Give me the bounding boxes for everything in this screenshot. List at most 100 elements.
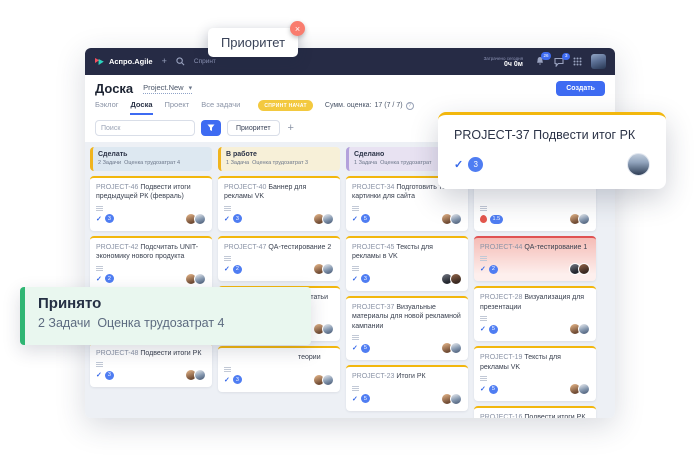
card-avatars (444, 342, 462, 354)
task-card-project-40[interactable]: PROJECT-40 Баннер для рекламы VK✓3 (218, 176, 340, 231)
card-avatars (444, 273, 462, 285)
card-id: PROJECT-42 (96, 244, 140, 251)
card-title: PROJECT-47 QA-тестирование 2 (224, 243, 334, 252)
screen: Аспро.Agile + Спринт Затрачено сегодня 0… (0, 0, 700, 456)
card-id: PROJECT-37 (352, 304, 396, 311)
task-card-project-16[interactable]: PROJECT-16 Подвести итоги РК (474, 406, 596, 418)
column-header[interactable]: Сделать2 Задачи Оценка трудозатрат 4 (90, 147, 212, 171)
priority-filter-chip[interactable]: Приоритет (227, 120, 280, 136)
info-icon[interactable]: ? (406, 102, 414, 110)
priority-tooltip-label: Приоритет (221, 35, 285, 50)
sprint-summary: Сумм. оценка: 17 (7 / 7) ? (325, 102, 414, 110)
description-icon (352, 266, 359, 267)
app-logo[interactable]: Аспро.Agile (94, 56, 153, 67)
task-card-project-28[interactable]: PROJECT-28 Визуализация для презентации ✓… (474, 286, 596, 341)
task-card[interactable]: теории ✓3 (218, 346, 340, 391)
filter-button[interactable] (201, 120, 221, 136)
description-icon (480, 256, 487, 257)
notifications-bell-icon[interactable]: 26 (535, 56, 545, 67)
card-id: PROJECT-23 (352, 373, 396, 380)
task-card-project-47[interactable]: PROJECT-47 QA-тестирование 2✓2 (218, 236, 340, 281)
card-footer: ✓5 (352, 213, 462, 225)
estimate-badge: 3 (105, 371, 114, 380)
column-stats: 2 Задачи Оценка трудозатрат 4 (98, 160, 206, 166)
add-filter-button[interactable]: + (288, 122, 294, 134)
description-icon (352, 206, 359, 207)
apps-grid-icon[interactable] (573, 57, 582, 66)
check-icon: ✓ (352, 215, 358, 223)
sprint-status-badge: СПРИНТ НАЧАТ (258, 100, 313, 111)
check-icon: ✓ (224, 215, 230, 223)
logo-icon (94, 56, 105, 67)
search-input[interactable] (95, 120, 195, 136)
project-selector-value: Project.New (143, 83, 183, 92)
description-icon (224, 256, 231, 257)
card-id: PROJECT-28 (480, 294, 524, 301)
task-card-project-23[interactable]: PROJECT-23 Итоги РК✓5 (346, 365, 468, 410)
navbar-menu-item[interactable]: Спринт (194, 58, 216, 65)
avatar (322, 374, 334, 386)
project-selector[interactable]: Project.New ▾ (143, 83, 192, 94)
description-icon (96, 266, 103, 267)
time-tracker[interactable]: Затрачено сегодня 0ч 0м (484, 56, 523, 68)
description-icon (96, 362, 103, 363)
fire-icon (480, 215, 487, 223)
time-tracker-value: 0ч 0м (484, 61, 523, 68)
card-title: PROJECT-42 Подсчитать UNIT-экономику нов… (96, 243, 206, 262)
card-title: PROJECT-28 Визуализация для презентации (480, 293, 590, 312)
task-card-project-37[interactable]: PROJECT-37 Визуальные материалы для ново… (346, 296, 468, 360)
card-title: PROJECT-46 Подвести итоги предыдущей РК … (96, 183, 206, 202)
messages-icon[interactable]: 3 (554, 57, 564, 67)
avatar (450, 393, 462, 405)
tab-board[interactable]: Доска (130, 100, 152, 115)
task-card-project-46[interactable]: PROJECT-46 Подвести итоги предыдущей РК … (90, 176, 212, 231)
card-footer: ✓3 (352, 273, 462, 285)
card-avatars (444, 393, 462, 405)
description-icon (224, 367, 231, 368)
card-id: PROJECT-46 (96, 184, 140, 191)
check-icon: ✓ (96, 275, 102, 283)
tab-project[interactable]: Проект (165, 100, 190, 115)
card-text: Подвести итоги РК (140, 350, 201, 357)
app-name: Аспро.Agile (109, 57, 153, 66)
create-button[interactable]: Создать (556, 81, 605, 96)
description-icon (480, 316, 487, 317)
task-card-project-42[interactable]: PROJECT-42 Подсчитать UNIT-экономику нов… (90, 236, 212, 291)
card-text: Подвести итоги РК (524, 414, 585, 418)
card-id: PROJECT-19 (480, 354, 524, 361)
time-tracker-label: Затрачено сегодня (484, 56, 523, 61)
estimate-badge: 2 (105, 274, 114, 283)
check-icon: ✓ (352, 344, 358, 352)
estimate-badge: 5 (361, 344, 370, 353)
search-icon[interactable] (176, 57, 185, 66)
avatar (578, 383, 590, 395)
card-id: PROJECT-16 (480, 414, 524, 418)
task-card-project-44[interactable]: PROJECT-44 QA-тестирование 1✓2 (474, 236, 596, 281)
card-footer: ✓3 (96, 369, 206, 381)
task-card-project-48[interactable]: PROJECT-48 Подвести итоги РК✓3 (90, 342, 212, 387)
user-avatar[interactable] (591, 54, 606, 69)
close-icon[interactable]: × (290, 21, 305, 36)
add-icon[interactable]: + (162, 57, 167, 66)
estimate-badge: 1.5 (490, 215, 503, 224)
avatar (194, 273, 206, 285)
card-title: PROJECT-37 Визуальные материалы для ново… (352, 303, 462, 331)
avatar (578, 213, 590, 225)
tab-all-tasks[interactable]: Все задачи (201, 100, 240, 115)
check-icon: ✓ (480, 325, 486, 333)
card-footer: ✓3 (224, 374, 334, 386)
avatar (194, 213, 206, 225)
card-text: теории (298, 354, 321, 361)
description-icon (480, 376, 487, 377)
tab-backlog[interactable]: Бэклог (95, 100, 118, 115)
estimate-badge: 3 (361, 274, 370, 283)
estimate-badge: 3 (468, 157, 483, 172)
task-popup[interactable]: PROJECT-37 Подвести итог РК ✓ 3 (438, 112, 666, 189)
card-avatars (572, 213, 590, 225)
estimate-badge: 5 (489, 325, 498, 334)
check-icon: ✓ (352, 395, 358, 403)
task-card-project-45[interactable]: PROJECT-45 Тексты для рекламы в VK✓3 (346, 236, 468, 291)
task-card-project-19[interactable]: PROJECT-19 Тексты для рекламы VK✓5 (474, 346, 596, 401)
card-title: PROJECT-40 Баннер для рекламы VK (224, 183, 334, 202)
column-header[interactable]: В работе1 Задача Оценка трудозатрат 3 (218, 147, 340, 171)
